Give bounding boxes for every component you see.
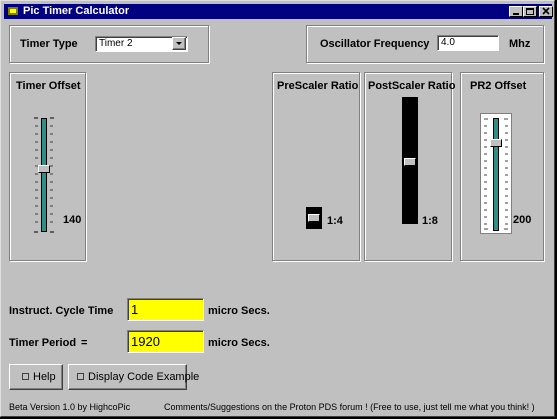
postscaler-thumb[interactable] — [404, 158, 416, 166]
cycle-time-unit: micro Secs. — [208, 305, 270, 317]
postscaler-value: 1:8 — [422, 215, 438, 227]
pr2-offset-title: PR2 Offset — [470, 80, 527, 92]
oscillator-unit: Mhz — [509, 38, 531, 50]
display-code-button-label: Display Code Example — [88, 371, 200, 383]
cycle-time-label: Instruct. Cycle Time — [9, 305, 114, 317]
close-icon — [542, 7, 550, 15]
timer-type-select[interactable]: Timer 2 — [95, 36, 188, 52]
timer-period-label: Timer Period — [9, 337, 77, 349]
help-button[interactable]: Help — [9, 364, 63, 390]
minimize-button[interactable] — [509, 6, 523, 17]
cycle-time-field[interactable]: 1 — [127, 298, 204, 321]
help-button-label: Help — [33, 371, 56, 383]
maximize-button[interactable] — [523, 6, 537, 17]
timer-period-equals: = — [81, 337, 88, 349]
prescaler-value: 1:4 — [327, 215, 343, 227]
cycle-time-value: 1 — [131, 302, 139, 317]
version-text: Beta Version 1.0 by HighcoPic — [9, 402, 131, 412]
title-bar[interactable]: Pic Timer Calculator — [4, 4, 553, 19]
comments-text: Comments/Suggestions on the Proton PDS f… — [164, 402, 535, 412]
prescaler-group — [272, 72, 360, 261]
pr2-offset-value: 200 — [513, 214, 532, 226]
oscillator-label: Oscillator Frequency — [320, 38, 430, 50]
minimize-icon — [513, 13, 519, 15]
window-title: Pic Timer Calculator — [23, 5, 130, 17]
oscillator-frequency-input[interactable]: 4.0 — [437, 35, 499, 51]
timer-period-value: 1920 — [131, 334, 160, 349]
prescaler-thumb[interactable] — [308, 214, 320, 222]
main-window: Pic Timer Calculator Timer Type Timer 2 … — [0, 0, 555, 417]
timer-period-unit: micro Secs. — [208, 337, 270, 349]
postscaler-title: PostScaler Ratio — [368, 80, 456, 92]
timer-offset-value: 140 — [63, 214, 82, 226]
pr2-offset-track[interactable] — [493, 118, 499, 231]
timer-offset-track[interactable] — [41, 118, 47, 232]
prescaler-title: PreScaler Ratio — [277, 80, 359, 92]
oscillator-value: 4.0 — [441, 37, 455, 48]
timer-type-label: Timer Type — [20, 38, 78, 50]
timer-period-field[interactable]: 1920 — [127, 330, 204, 353]
maximize-icon — [526, 8, 534, 15]
app-icon — [8, 7, 18, 15]
timer-offset-title: Timer Offset — [16, 80, 81, 92]
timer-type-value: Timer 2 — [99, 38, 133, 49]
pr2-offset-thumb[interactable] — [490, 139, 502, 147]
timer-type-dropdown-button[interactable] — [172, 37, 186, 50]
chevron-down-icon — [176, 42, 182, 45]
close-button[interactable] — [539, 6, 553, 17]
display-code-checkbox-icon — [77, 373, 84, 380]
help-checkbox-icon — [22, 373, 29, 380]
timer-offset-thumb[interactable] — [38, 165, 50, 173]
display-code-button[interactable]: Display Code Example — [68, 364, 199, 390]
